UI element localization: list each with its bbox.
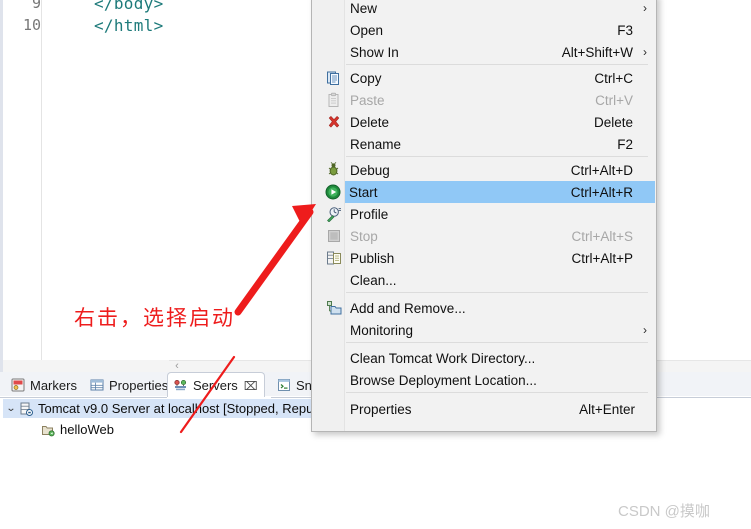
menu-item-stop-label: Stop	[350, 228, 378, 244]
module-icon	[41, 423, 55, 437]
menu-item-properties[interactable]: Properties Alt+Enter	[313, 398, 655, 420]
menu-item-delete-label: Delete	[350, 114, 390, 130]
menu-item-publish[interactable]: Publish Ctrl+Alt+P	[313, 247, 655, 269]
menu-item-profile[interactable]: Profile	[313, 203, 655, 225]
menu-item-rename[interactable]: Rename F2	[313, 133, 655, 155]
menu-item-properties-label: Properties	[350, 401, 412, 417]
server-icon	[19, 402, 33, 416]
menu-separator	[346, 156, 648, 157]
menu-item-show-in[interactable]: Show In Alt+Shift+W ›	[313, 41, 655, 63]
menu-separator	[346, 64, 648, 65]
menu-item-clean-tomcat-work-directory-label: Clean Tomcat Work Directory...	[350, 350, 536, 366]
snippets-icon	[277, 378, 291, 392]
menu-item-open-accel: F3	[617, 22, 633, 38]
menu-item-paste[interactable]: Paste Ctrl+V	[313, 89, 655, 111]
tab-servers-label: Servers	[193, 378, 238, 393]
menu-item-debug[interactable]: Debug Ctrl+Alt+D	[313, 159, 655, 181]
profile-icon	[326, 206, 343, 223]
tree-item-module-label: helloWeb	[60, 422, 114, 437]
code-line: </html>	[94, 16, 164, 35]
stop-icon	[326, 228, 343, 244]
csdn-watermark: CSDN @摸咖	[618, 503, 710, 520]
tab-markers[interactable]: Markers	[6, 372, 83, 398]
submenu-arrow-icon: ›	[643, 45, 647, 59]
tab-properties[interactable]: Properties	[85, 372, 174, 398]
scrollbar-gutter-filler	[3, 360, 169, 372]
menu-item-start-label: Start	[349, 184, 378, 200]
menu-item-publish-accel: Ctrl+Alt+P	[571, 250, 633, 266]
menu-item-clean[interactable]: Clean...	[313, 269, 655, 291]
menu-item-debug-accel: Ctrl+Alt+D	[570, 162, 633, 178]
menu-item-rename-label: Rename	[350, 136, 402, 152]
tree-item-server[interactable]: ⌄ Tomcat v9.0 Server at localhost [Stopp…	[3, 399, 357, 418]
debug-icon	[326, 162, 343, 178]
menu-item-copy-label: Copy	[350, 70, 382, 86]
tab-markers-label: Markers	[30, 377, 77, 393]
menu-item-open[interactable]: Open F3	[313, 19, 655, 41]
tree-item-server-label: Tomcat v9.0 Server at localhost [Stopped…	[38, 401, 344, 416]
menu-separator	[346, 342, 648, 343]
menu-item-copy-accel: Ctrl+C	[594, 70, 633, 86]
menu-item-open-label: Open	[350, 22, 384, 38]
code-line: </body>	[94, 0, 164, 13]
properties-icon	[90, 378, 104, 392]
chevron-down-icon[interactable]: ⌄	[1, 403, 21, 414]
menu-item-clean-tomcat-work-directory[interactable]: Clean Tomcat Work Directory...	[313, 347, 655, 369]
markers-icon	[11, 378, 25, 392]
menu-item-add-and-remove-label: Add and Remove...	[350, 300, 466, 316]
start-icon	[325, 184, 341, 200]
tab-properties-label: Properties	[109, 377, 169, 393]
line-number: 10	[22, 16, 41, 34]
submenu-arrow-icon: ›	[643, 323, 647, 337]
menu-item-add-and-remove[interactable]: Add and Remove...	[313, 297, 655, 319]
paste-icon	[326, 92, 343, 108]
tree-item-module[interactable]: helloWeb	[3, 420, 114, 439]
menu-item-properties-accel: Alt+Enter	[579, 401, 635, 417]
menu-item-clean-label: Clean...	[350, 272, 397, 288]
menu-item-browse-deployment-location[interactable]: Browse Deployment Location...	[313, 369, 655, 391]
line-number: 9	[31, 0, 41, 12]
menu-item-show-in-accel: Alt+Shift+W	[561, 44, 633, 60]
menu-item-start[interactable]: Start Ctrl+Alt+R	[345, 181, 655, 203]
delete-icon	[326, 114, 343, 130]
menu-item-delete-accel: Delete	[593, 114, 633, 130]
menu-item-publish-label: Publish	[350, 250, 395, 266]
context-menu[interactable]: New › Open F3 Show In Alt+Shift+W › Copy…	[311, 0, 657, 432]
menu-item-profile-label: Profile	[350, 206, 389, 222]
menu-separator	[346, 292, 648, 293]
menu-item-paste-label: Paste	[350, 92, 385, 108]
menu-item-new[interactable]: New ›	[313, 0, 655, 19]
editor-line-number-gutter: 9 10	[3, 0, 41, 360]
menu-item-monitoring[interactable]: Monitoring ›	[313, 319, 655, 341]
copy-icon	[326, 70, 343, 86]
menu-item-debug-label: Debug	[350, 162, 390, 178]
menu-item-paste-accel: Ctrl+V	[595, 92, 633, 108]
menu-separator	[346, 392, 648, 393]
menu-item-stop[interactable]: Stop Ctrl+Alt+S	[313, 225, 655, 247]
tab-servers-close-icon[interactable]: ⌧	[244, 380, 258, 392]
menu-item-rename-accel: F2	[617, 136, 633, 152]
menu-item-start-accel: Ctrl+Alt+R	[570, 184, 633, 200]
servers-icon	[173, 379, 188, 393]
menu-item-stop-accel: Ctrl+Alt+S	[571, 228, 633, 244]
gutter-separator	[41, 0, 42, 360]
annotation-note: 右击，选择启动	[74, 306, 235, 330]
submenu-arrow-icon: ›	[643, 1, 647, 15]
tab-servers[interactable]: Servers ⌧	[167, 372, 265, 398]
menu-item-monitoring-label: Monitoring	[350, 322, 414, 338]
menu-item-show-in-label: Show In	[350, 44, 399, 60]
menu-item-delete[interactable]: Delete Delete	[313, 111, 655, 133]
scroll-left-arrow-icon[interactable]: ‹	[170, 360, 184, 372]
menu-item-browse-deployment-location-label: Browse Deployment Location...	[350, 372, 537, 388]
addremove-icon	[326, 300, 343, 316]
menu-item-copy[interactable]: Copy Ctrl+C	[313, 67, 655, 89]
menu-item-new-label: New	[350, 0, 378, 16]
publish-icon	[326, 250, 343, 266]
